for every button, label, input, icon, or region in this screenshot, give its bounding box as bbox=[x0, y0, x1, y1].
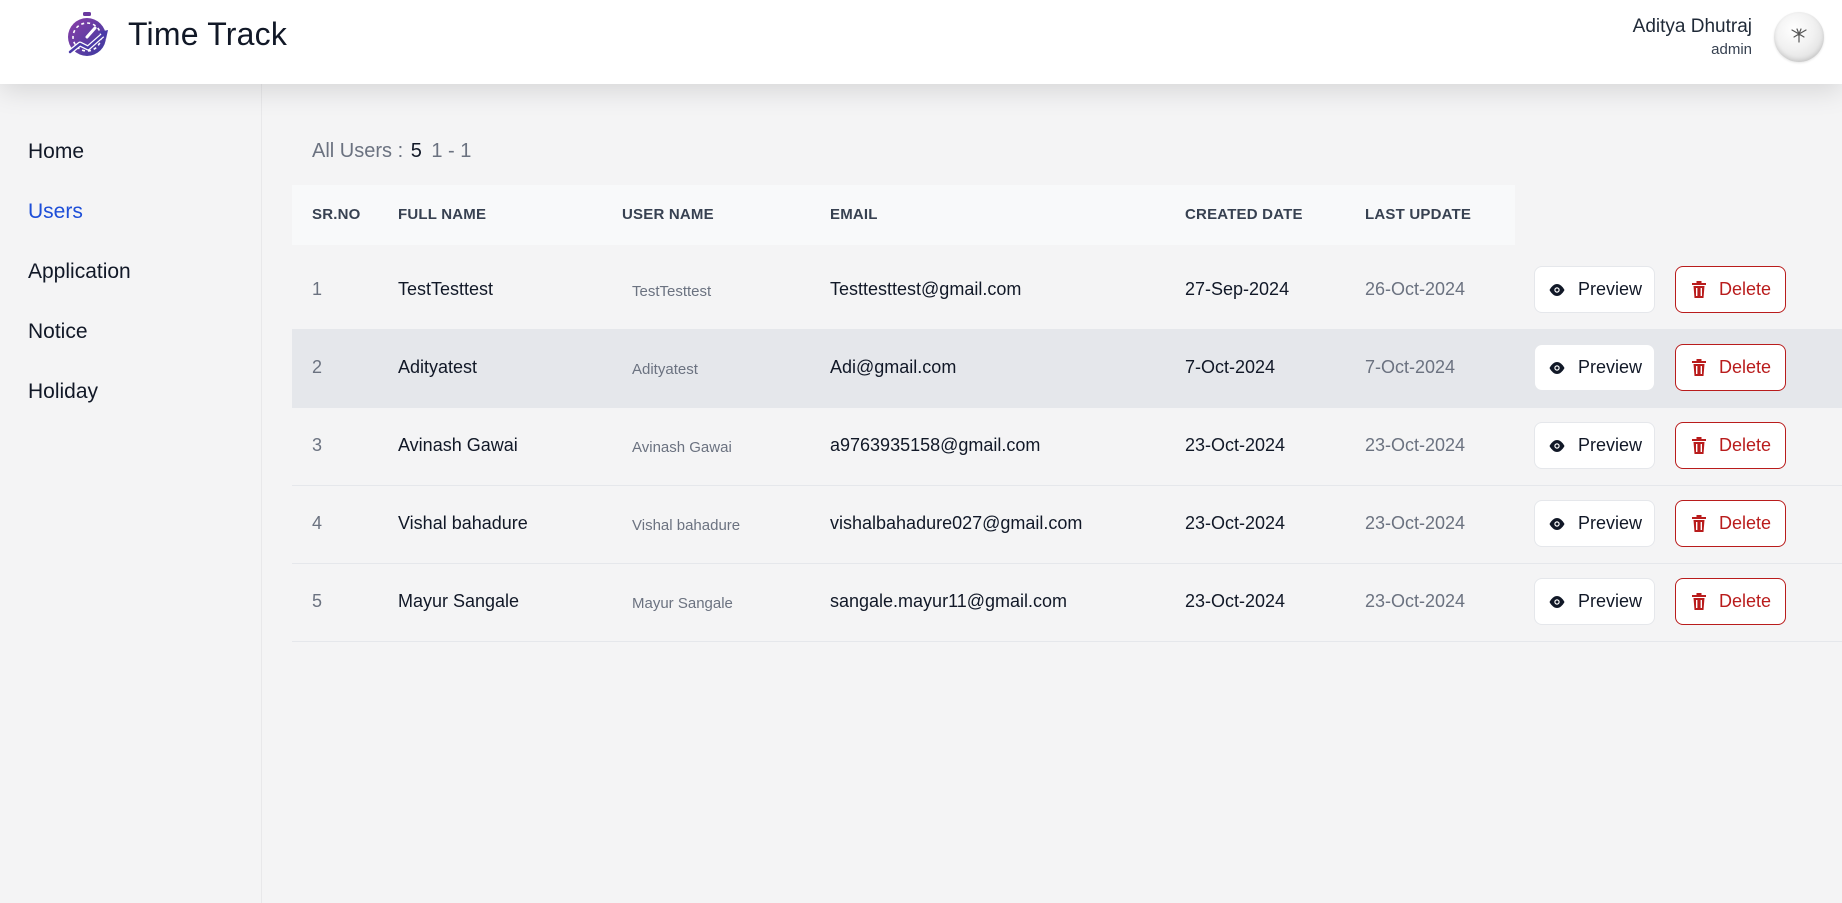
col-header-created-date: CREATED DATE bbox=[1185, 206, 1303, 223]
row-user-name: Adityatest bbox=[632, 361, 698, 378]
row-last-update: 23-Oct-2024 bbox=[1365, 591, 1466, 611]
user-name: Aditya Dhutraj bbox=[1632, 16, 1752, 37]
row-last-update: 23-Oct-2024 bbox=[1365, 435, 1466, 455]
table-row: 1 TestTesttest TestTesttest Testtesttest… bbox=[292, 252, 1842, 330]
avatar-icon[interactable] bbox=[1774, 12, 1824, 62]
row-last-update: 26-Oct-2024 bbox=[1365, 279, 1466, 299]
trash-icon bbox=[1692, 593, 1706, 610]
row-srno: 2 bbox=[312, 357, 323, 377]
row-srno: 4 bbox=[312, 513, 323, 533]
col-header-full-name: FULL NAME bbox=[398, 206, 487, 223]
user-role: admin bbox=[1711, 41, 1752, 58]
delete-button[interactable]: Delete bbox=[1675, 500, 1786, 547]
eye-icon bbox=[1549, 596, 1565, 608]
preview-label: Preview bbox=[1578, 513, 1643, 533]
preview-button[interactable]: Preview bbox=[1534, 422, 1655, 469]
stopwatch-chart-logo[interactable] bbox=[64, 12, 110, 58]
row-full-name: Vishal bahadure bbox=[398, 513, 528, 533]
sidebar-item-home[interactable]: Home bbox=[28, 140, 84, 164]
trash-icon bbox=[1692, 437, 1706, 454]
row-user-name: Mayur Sangale bbox=[632, 595, 733, 612]
app-title: Time Track bbox=[128, 16, 288, 52]
sidebar-item-holiday[interactable]: Holiday bbox=[28, 380, 98, 404]
row-user-name: TestTesttest bbox=[632, 283, 712, 300]
preview-label: Preview bbox=[1578, 357, 1643, 377]
row-email: vishalbahadure027@gmail.com bbox=[830, 513, 1083, 533]
page-range: 1 - 1 bbox=[431, 140, 472, 162]
row-srno: 1 bbox=[312, 279, 323, 299]
row-full-name: Avinash Gawai bbox=[398, 435, 518, 455]
row-full-name: Mayur Sangale bbox=[398, 591, 520, 611]
top-navbar: Time Track Aditya Dhutraj admin bbox=[0, 0, 1842, 84]
eye-icon bbox=[1549, 284, 1565, 296]
summary-label: All Users : bbox=[312, 140, 404, 162]
table-row: 3 Avinash Gawai Avinash Gawai a976393515… bbox=[292, 408, 1842, 486]
trash-icon bbox=[1692, 515, 1706, 532]
delete-button[interactable]: Delete bbox=[1675, 422, 1786, 469]
delete-label: Delete bbox=[1719, 357, 1772, 377]
sidebar-item-notice[interactable]: Notice bbox=[28, 320, 88, 344]
preview-label: Preview bbox=[1578, 435, 1643, 455]
row-email: Adi@gmail.com bbox=[830, 357, 957, 377]
delete-label: Delete bbox=[1719, 279, 1772, 299]
table-row: 2 Adityatest Adityatest Adi@gmail.com 7-… bbox=[292, 330, 1842, 408]
preview-button[interactable]: Preview bbox=[1534, 578, 1655, 625]
sidebar: Home Users Application Notice Holiday bbox=[0, 84, 262, 903]
trash-icon bbox=[1692, 281, 1706, 298]
row-srno: 5 bbox=[312, 591, 323, 611]
table-header: SR.NO FULL NAME USER NAME EMAIL CREATED … bbox=[292, 185, 1515, 245]
sidebar-item-users[interactable]: Users bbox=[28, 200, 83, 224]
table-row: 5 Mayur Sangale Mayur Sangale sangale.ma… bbox=[292, 564, 1842, 642]
trash-icon bbox=[1692, 359, 1706, 376]
col-header-email: EMAIL bbox=[830, 206, 878, 223]
eye-icon bbox=[1549, 518, 1565, 530]
eye-icon bbox=[1549, 362, 1565, 374]
row-last-update: 7-Oct-2024 bbox=[1365, 357, 1456, 377]
main-content: All Users : 5 1 - 1 SR.NO FULL NAME USER… bbox=[262, 84, 1842, 903]
avatar-image bbox=[1791, 28, 1807, 43]
row-email: a9763935158@gmail.com bbox=[830, 435, 1041, 455]
row-full-name: Adityatest bbox=[398, 357, 478, 377]
row-email: sangale.mayur11@gmail.com bbox=[830, 591, 1068, 611]
eye-icon bbox=[1549, 440, 1565, 452]
delete-button[interactable]: Delete bbox=[1675, 266, 1786, 313]
row-created-date: 23-Oct-2024 bbox=[1185, 591, 1286, 611]
row-srno: 3 bbox=[312, 435, 323, 455]
row-user-name: Avinash Gawai bbox=[632, 439, 732, 456]
row-created-date: 27-Sep-2024 bbox=[1185, 279, 1290, 299]
delete-button[interactable]: Delete bbox=[1675, 344, 1786, 391]
delete-label: Delete bbox=[1719, 513, 1772, 533]
delete-label: Delete bbox=[1719, 435, 1772, 455]
delete-button[interactable]: Delete bbox=[1675, 578, 1786, 625]
sidebar-item-application[interactable]: Application bbox=[28, 260, 131, 284]
preview-label: Preview bbox=[1578, 279, 1643, 299]
users-summary: All Users : 5 1 - 1 bbox=[312, 140, 471, 163]
preview-label: Preview bbox=[1578, 591, 1643, 611]
delete-label: Delete bbox=[1719, 591, 1772, 611]
row-full-name: TestTesttest bbox=[398, 279, 494, 299]
row-user-name: Vishal bahadure bbox=[632, 517, 741, 534]
row-created-date: 23-Oct-2024 bbox=[1185, 513, 1286, 533]
col-header-user-name: USER NAME bbox=[622, 206, 714, 223]
col-header-srno: SR.NO bbox=[312, 206, 361, 223]
preview-button[interactable]: Preview bbox=[1534, 500, 1655, 547]
user-count: 5 bbox=[410, 140, 422, 162]
row-last-update: 23-Oct-2024 bbox=[1365, 513, 1466, 533]
preview-button[interactable]: Preview bbox=[1534, 266, 1655, 313]
row-created-date: 23-Oct-2024 bbox=[1185, 435, 1286, 455]
preview-button[interactable]: Preview bbox=[1534, 344, 1655, 391]
table-row: 4 Vishal bahadure Vishal bahadure vishal… bbox=[292, 486, 1842, 564]
row-created-date: 7-Oct-2024 bbox=[1185, 357, 1276, 377]
col-header-last-update: LAST UPDATE bbox=[1365, 206, 1472, 223]
row-email: Testtesttest@gmail.com bbox=[830, 279, 1022, 299]
